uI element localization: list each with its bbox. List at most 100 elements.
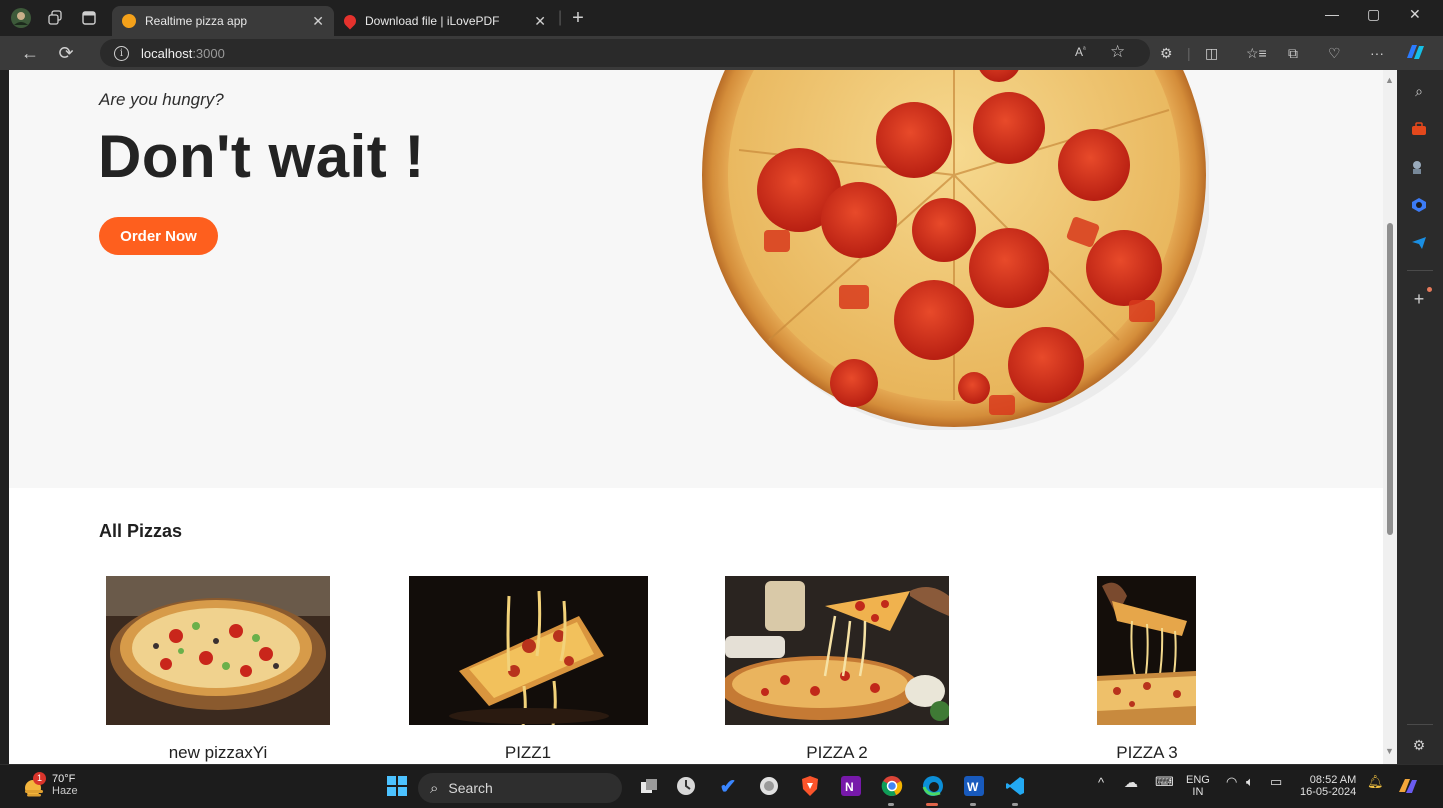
close-tab-icon[interactable]: ✕ <box>312 13 324 30</box>
collections-icon[interactable]: ⧉ <box>1288 45 1298 62</box>
sidebar-divider <box>1407 270 1433 271</box>
pizza-name: PIZZA 2 <box>806 743 868 762</box>
browser-essentials-heart-icon[interactable]: ♡ <box>1328 45 1341 62</box>
system-clock[interactable]: 08:52 AM 16-05-2024 <box>1300 774 1356 798</box>
workspaces-icon[interactable] <box>40 3 70 33</box>
split-screen-icon[interactable]: ◫ <box>1205 45 1218 62</box>
scroll-up-arrow-icon[interactable]: ▲ <box>1385 75 1394 85</box>
pizza-favicon-icon <box>122 14 136 28</box>
task-view-icon[interactable] <box>636 773 662 799</box>
language-indicator[interactable]: ENG IN <box>1186 774 1210 798</box>
onenote-icon[interactable]: N <box>838 773 864 799</box>
svg-text:N: N <box>845 780 854 794</box>
copilot-taskbar-icon[interactable] <box>1395 773 1421 799</box>
app-badge-icon[interactable] <box>756 773 782 799</box>
running-app-indicator <box>888 803 894 806</box>
close-tab-icon[interactable]: ✕ <box>534 13 546 30</box>
clock-app-icon[interactable] <box>673 773 699 799</box>
chrome-icon[interactable] <box>879 773 905 799</box>
url-port: :3000 <box>192 45 225 61</box>
page-viewport: Are you hungry? Don't wait ! Order Now A… <box>9 70 1397 764</box>
show-hidden-icons-chevron-icon[interactable]: ^ <box>1098 776 1104 789</box>
search-icon: ⌕ <box>430 779 439 797</box>
sidebar-search-icon[interactable]: ⌕ <box>1408 80 1430 102</box>
toolbar-divider: | <box>1187 45 1191 61</box>
read-aloud-icon[interactable]: Aᵃ <box>1075 45 1086 59</box>
back-arrow-icon[interactable]: ← <box>12 43 48 64</box>
onedrive-cloud-icon[interactable]: ☁ <box>1124 775 1138 789</box>
pizza-image <box>1097 576 1196 725</box>
more-menu-icon[interactable]: ··· <box>1370 45 1384 61</box>
minimize-icon[interactable]: — <box>1325 6 1339 22</box>
svg-text:W: W <box>967 780 979 794</box>
notification-dot <box>1427 287 1432 292</box>
pizza-name: new pizzaxYi <box>168 743 268 762</box>
site-info-icon[interactable]: i <box>114 45 129 61</box>
tab-download-file-ilovepdf[interactable]: Download file | iLovePDF ✕ <box>334 6 556 36</box>
clock-time: 08:52 AM <box>1309 774 1357 786</box>
tab-title: Realtime pizza app <box>145 14 248 28</box>
region-code: IN <box>1192 786 1204 798</box>
refresh-icon[interactable]: ⟳ <box>48 43 84 64</box>
url-host: localhost <box>141 45 193 61</box>
tab-title: Download file | iLovePDF <box>365 14 500 28</box>
favorite-star-icon[interactable]: ☆ <box>1110 42 1125 62</box>
sidebar-divider <box>1407 724 1433 725</box>
profile-avatar-icon[interactable] <box>6 3 36 33</box>
edge-browser-icon[interactable] <box>920 773 946 799</box>
wifi-icon[interactable]: ◠ <box>1226 775 1237 788</box>
start-windows-icon[interactable] <box>384 773 410 799</box>
hero-tagline: Are you hungry? <box>99 90 224 109</box>
sidebar-microsoft365-icon[interactable] <box>1408 194 1430 216</box>
sidebar-settings-gear-icon[interactable]: ⚙ <box>1408 734 1430 756</box>
order-now-button[interactable]: Order Now <box>99 217 218 255</box>
pizza-image <box>409 576 648 725</box>
pizza-name: PIZZA 3 <box>1116 743 1178 762</box>
taskbar-search-box[interactable]: ⌕ Search <box>418 773 622 803</box>
speaker-volume-icon[interactable]: 🔈︎ <box>1246 775 1254 788</box>
word-icon[interactable]: W <box>961 773 987 799</box>
search-label: Search <box>448 780 493 796</box>
todo-check-icon[interactable]: ✔ <box>715 773 741 799</box>
weather-temp: 70°F <box>52 773 76 785</box>
copilot-icon[interactable] <box>1404 42 1426 65</box>
hero-pizza-image <box>702 70 1209 430</box>
tab-divider: | <box>558 9 563 26</box>
windows-taskbar: 1 70°F Haze ⌕ Search ✔ N W ^ ☁ ⌨ ENG IN … <box>0 764 1443 808</box>
tab-actions-icon[interactable] <box>74 3 104 33</box>
address-bar[interactable]: i localhost:3000 <box>100 39 1150 67</box>
sidebar-games-icon[interactable] <box>1408 156 1430 178</box>
keyboard-icon[interactable]: ⌨ <box>1155 775 1174 788</box>
browser-tab-bar: Realtime pizza app ✕ Download file | iLo… <box>0 0 1443 36</box>
clock-date: 16-05-2024 <box>1300 786 1357 798</box>
vscode-icon[interactable] <box>1002 773 1028 799</box>
weather-badge: 1 <box>33 771 46 785</box>
extensions-puzzle-icon[interactable]: ⚙ <box>1160 45 1173 62</box>
pizza-name: PIZZ1 <box>504 743 552 762</box>
scrollbar-thumb[interactable] <box>1387 223 1393 535</box>
page-scrollbar[interactable]: ▲ ▼ <box>1383 70 1397 764</box>
new-tab-plus-icon[interactable]: + <box>572 7 584 30</box>
hero-headline: Don't wait ! <box>98 123 425 190</box>
browser-toolbar: ← ⟳ i localhost:3000 Aᵃ ☆ ⚙ | ◫ ☆≡ ⧉ ♡ ·… <box>0 36 1443 70</box>
notification-bell-icon[interactable]: 🔔︎ <box>1367 775 1384 788</box>
pizza-image <box>106 576 330 725</box>
tab-realtime-pizza-app[interactable]: Realtime pizza app ✕ <box>112 6 334 36</box>
close-window-icon[interactable]: ✕ <box>1409 6 1421 23</box>
scroll-down-arrow-icon[interactable]: ▼ <box>1385 746 1394 756</box>
brave-browser-icon[interactable] <box>797 773 823 799</box>
hero-section: Are you hungry? Don't wait ! Order Now <box>9 70 1383 488</box>
weather-sun-icon: 1 <box>22 771 46 796</box>
all-pizzas-heading: All Pizzas <box>99 521 183 541</box>
sidebar-shopping-bag-icon[interactable] <box>1408 118 1430 140</box>
active-app-indicator <box>926 803 938 806</box>
running-app-indicator <box>1012 803 1018 806</box>
weather-widget[interactable]: 1 70°F Haze <box>22 771 78 798</box>
pizza-image <box>725 576 949 725</box>
sidebar-add-plus-icon[interactable]: + <box>1408 288 1430 310</box>
restore-window-icon[interactable]: ▢ <box>1367 6 1380 23</box>
favorites-list-icon[interactable]: ☆≡ <box>1246 45 1267 62</box>
ilovepdf-heart-icon <box>341 12 359 30</box>
sidebar-outlook-send-icon[interactable] <box>1408 232 1430 254</box>
battery-icon[interactable]: ▭ <box>1270 775 1282 788</box>
